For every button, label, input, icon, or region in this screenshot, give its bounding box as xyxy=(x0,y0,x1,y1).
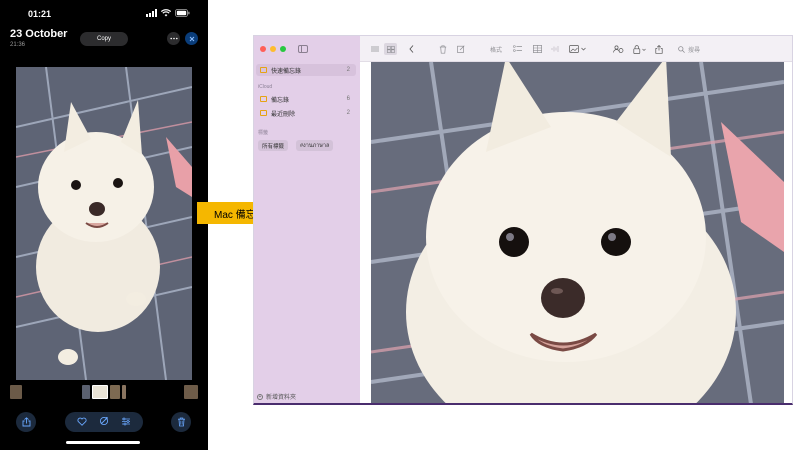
battery-icon xyxy=(175,9,190,17)
wifi-icon xyxy=(161,9,171,17)
icloud-section-label: iCloud xyxy=(258,84,273,90)
share-note-button[interactable] xyxy=(654,43,664,55)
collaborate-icon xyxy=(612,45,623,53)
lock-icon xyxy=(633,44,646,54)
trash-icon xyxy=(177,417,185,427)
minimize-window-button[interactable] xyxy=(270,46,276,52)
photo-header: 23 October 21:36 xyxy=(10,28,67,48)
note-editor[interactable] xyxy=(360,62,792,403)
lock-button[interactable] xyxy=(632,43,648,55)
trash-icon xyxy=(439,44,447,54)
gallery-view-icon xyxy=(386,45,395,53)
thumbnail[interactable] xyxy=(122,385,126,399)
new-folder-label: 新增資料夾 xyxy=(266,395,297,401)
favorite-button[interactable] xyxy=(77,413,87,431)
close-button[interactable] xyxy=(185,32,198,45)
adjust-icon xyxy=(122,417,130,426)
sidebar-item-count: 2 xyxy=(346,110,350,116)
notes-toolbar: 格式 搜尋 xyxy=(360,36,792,62)
share-button[interactable] xyxy=(16,412,36,432)
home-indicator[interactable] xyxy=(66,441,140,444)
folder-icon xyxy=(260,96,267,102)
back-button[interactable] xyxy=(406,43,416,55)
plus-icon: + xyxy=(257,393,263,400)
quick-note-icon xyxy=(260,67,267,73)
thumbnail[interactable] xyxy=(10,385,22,399)
checklist-button[interactable] xyxy=(512,43,522,55)
delete-note-button[interactable] xyxy=(438,43,448,55)
dog-photo xyxy=(16,67,192,380)
sidebar-toggle-icon[interactable] xyxy=(298,45,308,53)
audio-button[interactable] xyxy=(550,43,560,55)
notes-sidebar: 快速備忘錄 2 iCloud 備忘錄 6 最近刪除 2 標籤 所有標籤 #งาน… xyxy=(254,36,360,403)
photo-media-icon xyxy=(569,45,586,53)
list-view-icon xyxy=(370,46,379,52)
iphone-screen: 01:21 23 October 21:36 Copy xyxy=(0,0,208,450)
photo-toolbar xyxy=(0,410,208,436)
thumbnail-selected[interactable] xyxy=(92,385,108,399)
sidebar-item-label: 快速備忘錄 xyxy=(271,68,302,75)
sidebar-item-quick-notes[interactable]: 快速備忘錄 2 xyxy=(256,64,356,76)
notes-window: 快速備忘錄 2 iCloud 備忘錄 6 最近刪除 2 標籤 所有標籤 #งาน… xyxy=(253,35,793,405)
status-icons xyxy=(146,9,190,17)
pasted-dog-photo[interactable] xyxy=(371,62,784,403)
tag-chip[interactable]: #งานภาษาล xyxy=(296,140,334,151)
status-time: 01:21 xyxy=(28,9,52,19)
table-icon xyxy=(532,45,542,53)
close-window-button[interactable] xyxy=(260,46,266,52)
search-icon xyxy=(678,45,685,53)
chevron-left-icon xyxy=(408,45,413,53)
sidebar-item-label: 最近刪除 xyxy=(271,111,296,118)
compose-button[interactable] xyxy=(456,43,466,55)
thumbnail[interactable] xyxy=(110,385,120,399)
gallery-view-button[interactable] xyxy=(384,43,397,55)
tag-all[interactable]: 所有標籤 xyxy=(258,140,289,151)
list-view-button[interactable] xyxy=(368,43,381,55)
table-button[interactable] xyxy=(532,43,542,55)
format-button[interactable]: 格式 xyxy=(488,43,504,55)
waveform-icon xyxy=(551,46,558,52)
tags-section-label: 標籤 xyxy=(258,130,269,136)
compose-icon xyxy=(457,45,465,53)
photo-time: 21:36 xyxy=(10,42,26,48)
magic-edit-button[interactable] xyxy=(99,413,109,431)
collaborate-button[interactable] xyxy=(612,43,624,55)
screenshot-canvas: 01:21 23 October 21:36 Copy Mac 備忘錄 快速備忘… xyxy=(0,0,800,450)
thumbnail-strip[interactable] xyxy=(10,385,198,399)
copy-button[interactable]: Copy xyxy=(80,32,128,46)
checklist-icon xyxy=(512,45,522,52)
media-button[interactable] xyxy=(568,43,588,55)
more-button[interactable] xyxy=(167,32,180,45)
adjust-button[interactable] xyxy=(121,413,131,431)
zoom-window-button[interactable] xyxy=(280,46,286,52)
sidebar-item-count: 2 xyxy=(346,67,350,73)
trash-folder-icon xyxy=(260,110,267,116)
sidebar-item-label: 備忘錄 xyxy=(271,97,290,104)
delete-button[interactable] xyxy=(171,412,191,432)
search-placeholder: 搜尋 xyxy=(688,47,701,54)
share-icon xyxy=(655,44,663,54)
photo-date: 23 October xyxy=(10,28,68,40)
new-folder-button[interactable]: + 新增資料夾 xyxy=(257,392,296,401)
sidebar-item-count: 6 xyxy=(346,96,350,102)
edit-controls xyxy=(65,412,143,432)
sidebar-item-notes[interactable]: 備忘錄 6 xyxy=(256,93,356,105)
close-icon xyxy=(189,36,194,41)
thumbnail[interactable] xyxy=(82,385,90,399)
search-input[interactable]: 搜尋 xyxy=(678,43,786,55)
magic-edit-icon xyxy=(99,416,109,426)
signal-icon xyxy=(146,9,157,17)
status-bar: 01:21 xyxy=(0,0,208,26)
sidebar-item-recently-deleted[interactable]: 最近刪除 2 xyxy=(256,107,356,119)
heart-icon xyxy=(77,417,87,426)
share-icon xyxy=(22,417,30,427)
ellipsis-icon xyxy=(169,37,178,40)
thumbnail[interactable] xyxy=(184,385,198,399)
